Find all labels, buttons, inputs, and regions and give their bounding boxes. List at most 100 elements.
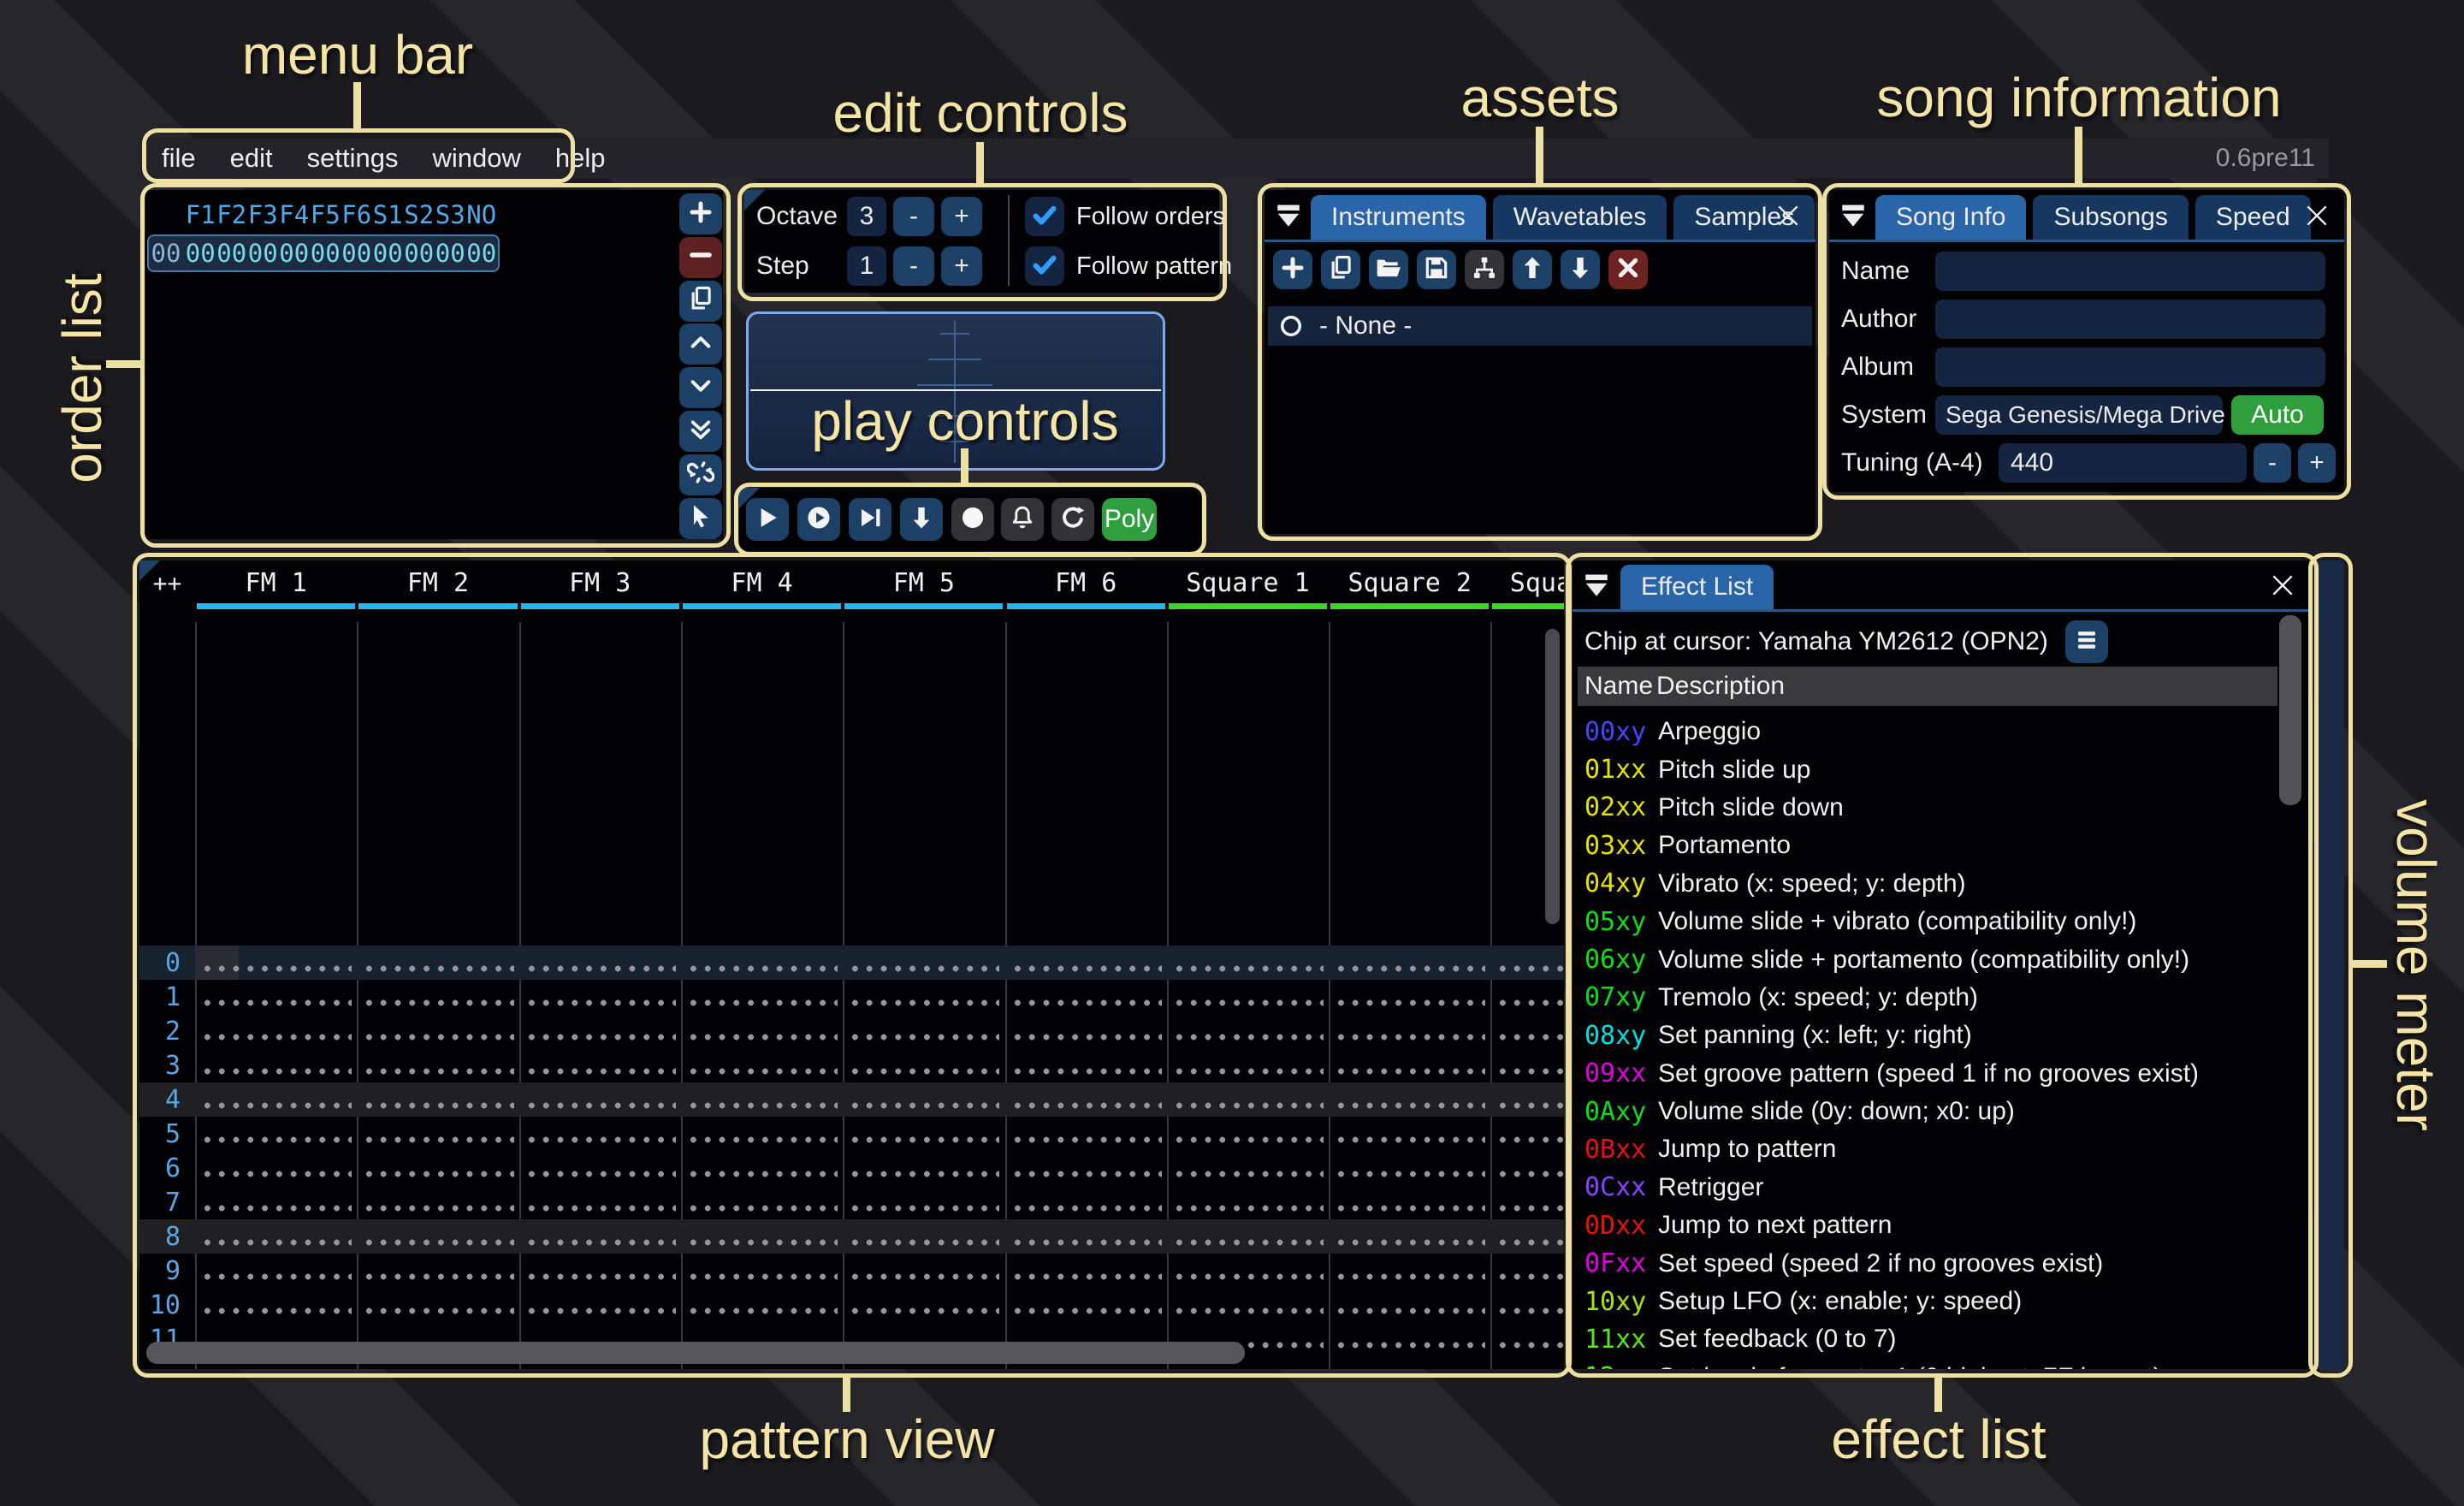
channel-header-fm-5[interactable]: FM 5	[843, 566, 1004, 600]
tab-wavetables[interactable]: Wavetables	[1493, 195, 1667, 240]
order-col-header-F3[interactable]: F3	[247, 199, 279, 231]
author-input[interactable]	[1935, 299, 2325, 339]
order-col-header-NO[interactable]: NO	[466, 199, 498, 231]
auto-button[interactable]: Auto	[2231, 395, 2324, 435]
order-col-header-S2[interactable]: S2	[404, 199, 435, 231]
effect-row-0Axy[interactable]: 0AxyVolume slide (0y: down; x0: up)	[1584, 1093, 2284, 1130]
poly-button[interactable]: Poly	[1102, 498, 1157, 541]
effect-table-header[interactable]: Name Description	[1578, 667, 2277, 706]
step-one-row-button[interactable]	[900, 498, 943, 541]
follow-pattern-checkbox[interactable]	[1025, 246, 1064, 286]
tuning-input[interactable]: 440	[1999, 443, 2247, 483]
effect-row-11xx[interactable]: 11xxSet feedback (0 to 7)	[1584, 1320, 2284, 1358]
tab-subsongs[interactable]: Subsongs	[2033, 195, 2188, 240]
tab-speed[interactable]: Speed	[2195, 195, 2311, 240]
play-from-cursor-button[interactable]	[849, 498, 891, 541]
effect-row-00xy[interactable]: 00xyArpeggio	[1584, 713, 2284, 750]
pattern-hscrollbar[interactable]	[146, 1342, 1245, 1364]
effect-list-tab[interactable]: Effect List	[1620, 565, 1774, 609]
pattern-row-6[interactable]: 6	[139, 1151, 1564, 1185]
order-move-down-button[interactable]	[679, 367, 722, 408]
octave-increment-button[interactable]: +	[941, 197, 982, 236]
pattern-row-9[interactable]: 9	[139, 1254, 1564, 1288]
pattern-row-5[interactable]: 5	[139, 1117, 1564, 1151]
order-cell[interactable]: 00	[372, 234, 404, 272]
asset-add-button[interactable]	[1273, 250, 1312, 289]
repeat-pattern-button[interactable]	[1051, 498, 1094, 541]
effect-row-03xx[interactable]: 03xxPortamento	[1584, 827, 2284, 864]
pattern-row-8[interactable]: 8	[139, 1219, 1564, 1254]
asset-open-button[interactable]	[1369, 250, 1408, 289]
order-cell[interactable]: 00	[185, 234, 216, 272]
channel-header-fm-6[interactable]: FM 6	[1005, 566, 1167, 600]
effect-row-0Dxx[interactable]: 0DxxJump to next pattern	[1584, 1207, 2284, 1244]
close-icon[interactable]	[2301, 200, 2332, 231]
asset-move-up-button[interactable]	[1513, 250, 1552, 289]
effect-row-0Cxx[interactable]: 0CxxRetrigger	[1584, 1169, 2284, 1207]
close-icon[interactable]	[2267, 570, 2298, 601]
order-add-button[interactable]	[679, 193, 722, 234]
effect-row-01xx[interactable]: 01xxPitch slide up	[1584, 750, 2284, 788]
effect-row-0Bxx[interactable]: 0BxxJump to pattern	[1584, 1130, 2284, 1168]
effect-row-07xy[interactable]: 07xyTremolo (x: speed; y: depth)	[1584, 979, 2284, 1017]
asset-delete-button[interactable]	[1608, 250, 1648, 289]
pattern-row-10[interactable]: 10	[139, 1288, 1564, 1322]
menu-item-window[interactable]: window	[432, 143, 520, 174]
channel-header-fm-1[interactable]: FM 1	[195, 566, 357, 600]
pattern-row-3[interactable]: 3	[139, 1048, 1564, 1082]
album-input[interactable]	[1935, 347, 2325, 387]
order-cell[interactable]: 00	[404, 234, 435, 272]
effect-row-08xy[interactable]: 08xySet panning (x: left; y: right)	[1584, 1017, 2284, 1054]
effect-row-10xy[interactable]: 10xySetup LFO (x: enable; y: speed)	[1584, 1283, 2284, 1320]
octave-decrement-button[interactable]: -	[893, 197, 934, 236]
pattern-row-4[interactable]: 4	[139, 1082, 1564, 1117]
effect-row-0Fxx[interactable]: 0FxxSet speed (speed 2 if no grooves exi…	[1584, 1244, 2284, 1282]
effect-row-06xy[interactable]: 06xyVolume slide + portamento (compatibi…	[1584, 940, 2284, 978]
close-icon[interactable]	[1773, 200, 1804, 231]
pattern-view-window[interactable]: ++ FM 1FM 2FM 3FM 4FM 5FM 6Square 1Squar…	[139, 560, 1564, 1369]
step-decrement-button[interactable]: -	[893, 246, 934, 286]
collapse-icon[interactable]	[1836, 199, 1870, 233]
effect-row-12xx[interactable]: 12xxSet level of operator 1 (0 highest, …	[1584, 1359, 2284, 1369]
asset-duplicate-button[interactable]	[1321, 250, 1360, 289]
asset-save-button[interactable]	[1417, 250, 1456, 289]
octave-input[interactable]: 3	[847, 197, 886, 236]
order-col-header-S3[interactable]: S3	[435, 199, 466, 231]
tab-instruments[interactable]: Instruments	[1311, 195, 1486, 240]
order-col-header-F1[interactable]: F1	[185, 199, 216, 231]
tuning-increment-button[interactable]: +	[2298, 443, 2336, 483]
channel-header-fm-4[interactable]: FM 4	[681, 566, 843, 600]
order-col-header-F2[interactable]: F2	[216, 199, 248, 231]
order-col-header-F6[interactable]: F6	[341, 199, 373, 231]
order-deep-clone-button[interactable]	[679, 454, 722, 495]
order-cell[interactable]: 00	[310, 234, 341, 272]
follow-orders-checkbox[interactable]	[1025, 197, 1064, 236]
tab-song-info[interactable]: Song Info	[1875, 195, 2026, 240]
channel-header-square-3[interactable]: Square 3	[1490, 566, 1564, 600]
effect-row-02xx[interactable]: 02xxPitch slide down	[1584, 789, 2284, 827]
asset-list-item[interactable]: - None -	[1268, 306, 1812, 346]
collapse-icon[interactable]	[1271, 199, 1306, 233]
asset-tree-button[interactable]	[1465, 250, 1504, 289]
name-input[interactable]	[1935, 252, 2325, 291]
pattern-row-2[interactable]: 2	[139, 1014, 1564, 1048]
order-duplicate-button[interactable]	[679, 281, 722, 322]
order-edit-mode-button[interactable]	[679, 498, 722, 539]
order-cell[interactable]: 00	[466, 234, 498, 272]
menu-item-edit[interactable]: edit	[230, 143, 273, 174]
order-duplicate-end-button[interactable]	[679, 411, 722, 452]
menu-item-help[interactable]: help	[555, 143, 606, 174]
channel-header-square-2[interactable]: Square 2	[1329, 566, 1490, 600]
effect-row-09xx[interactable]: 09xxSet groove pattern (speed 1 if no gr…	[1584, 1055, 2284, 1093]
pattern-vscrollbar[interactable]	[1545, 629, 1560, 924]
order-col-header-S1[interactable]: S1	[372, 199, 404, 231]
pattern-corner-label[interactable]: ++	[139, 566, 195, 600]
asset-move-down-button[interactable]	[1561, 250, 1600, 289]
pattern-row-7[interactable]: 7	[139, 1185, 1564, 1219]
play-button[interactable]	[746, 498, 789, 541]
system-select[interactable]: Sega Genesis/Mega Drive	[1935, 395, 2223, 435]
menu-item-settings[interactable]: settings	[307, 143, 399, 174]
order-cell[interactable]: 00	[435, 234, 466, 272]
order-cell[interactable]: 00	[341, 234, 373, 272]
stop-button[interactable]	[951, 498, 994, 541]
